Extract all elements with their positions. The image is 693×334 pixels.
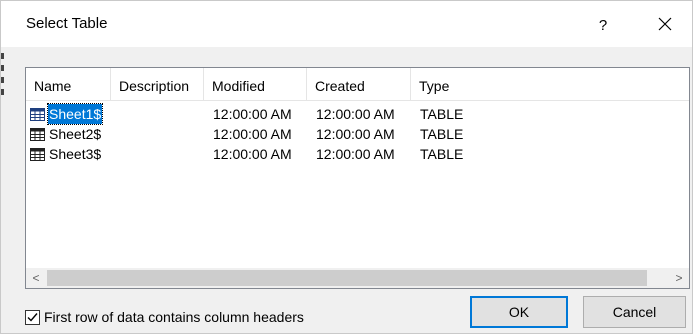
column-header-name[interactable]: Name [26,68,111,101]
scroll-right-button[interactable]: > [669,268,689,288]
first-row-headers-option[interactable]: First row of data contains column header… [25,309,304,325]
row-modified: 12:00:00 AM [213,146,292,162]
row-type: TABLE [420,146,464,162]
close-icon [658,17,672,31]
row-modified: 12:00:00 AM [213,106,292,122]
title-bar: Select Table ? [1,1,692,47]
table-icon [30,147,45,161]
list-header: Name Description Modified Created Type [26,68,689,101]
table-row[interactable]: Sheet1$ 12:00:00 AM 12:00:00 AM TABLE [26,103,689,125]
background-window-edge [1,47,4,127]
row-name: Sheet2$ [49,126,102,142]
row-name: Sheet1$ [46,103,104,125]
table-row[interactable]: Sheet2$ 12:00:00 AM 12:00:00 AM TABLE [26,124,689,144]
column-header-description[interactable]: Description [111,68,204,101]
first-row-headers-checkbox[interactable] [25,309,40,325]
scroll-left-button[interactable]: < [26,268,46,288]
help-button[interactable]: ? [581,9,625,41]
row-created: 12:00:00 AM [316,106,395,122]
row-type: TABLE [420,106,464,122]
row-type: TABLE [420,126,464,142]
column-header-type[interactable]: Type [411,68,689,101]
dialog-title: Select Table [26,15,108,32]
scroll-thumb[interactable] [47,270,647,286]
select-table-dialog: Select Table ? Name Description Modified… [0,0,693,334]
first-row-headers-label[interactable]: First row of data contains column header… [44,309,304,325]
row-created: 12:00:00 AM [316,146,395,162]
row-name-cell: Sheet3$ [30,144,102,164]
row-created: 12:00:00 AM [316,126,395,142]
row-modified: 12:00:00 AM [213,126,292,142]
row-name-cell: Sheet2$ [30,124,102,144]
list-rows: Sheet1$ 12:00:00 AM 12:00:00 AM TABLE Sh… [26,103,689,164]
table-row[interactable]: Sheet3$ 12:00:00 AM 12:00:00 AM TABLE [26,144,689,164]
checkmark-icon [27,312,38,322]
cancel-button[interactable]: Cancel [583,296,686,328]
close-button[interactable] [641,7,689,41]
ok-button[interactable]: OK [470,296,568,328]
column-header-created[interactable]: Created [307,68,411,101]
row-name-cell: Sheet1$ [30,103,104,125]
row-name: Sheet3$ [49,146,102,162]
column-header-modified[interactable]: Modified [204,68,307,101]
table-list[interactable]: Name Description Modified Created Type S… [25,67,690,289]
horizontal-scrollbar[interactable]: < > [26,268,689,288]
table-icon [30,107,45,121]
table-icon [30,127,45,141]
